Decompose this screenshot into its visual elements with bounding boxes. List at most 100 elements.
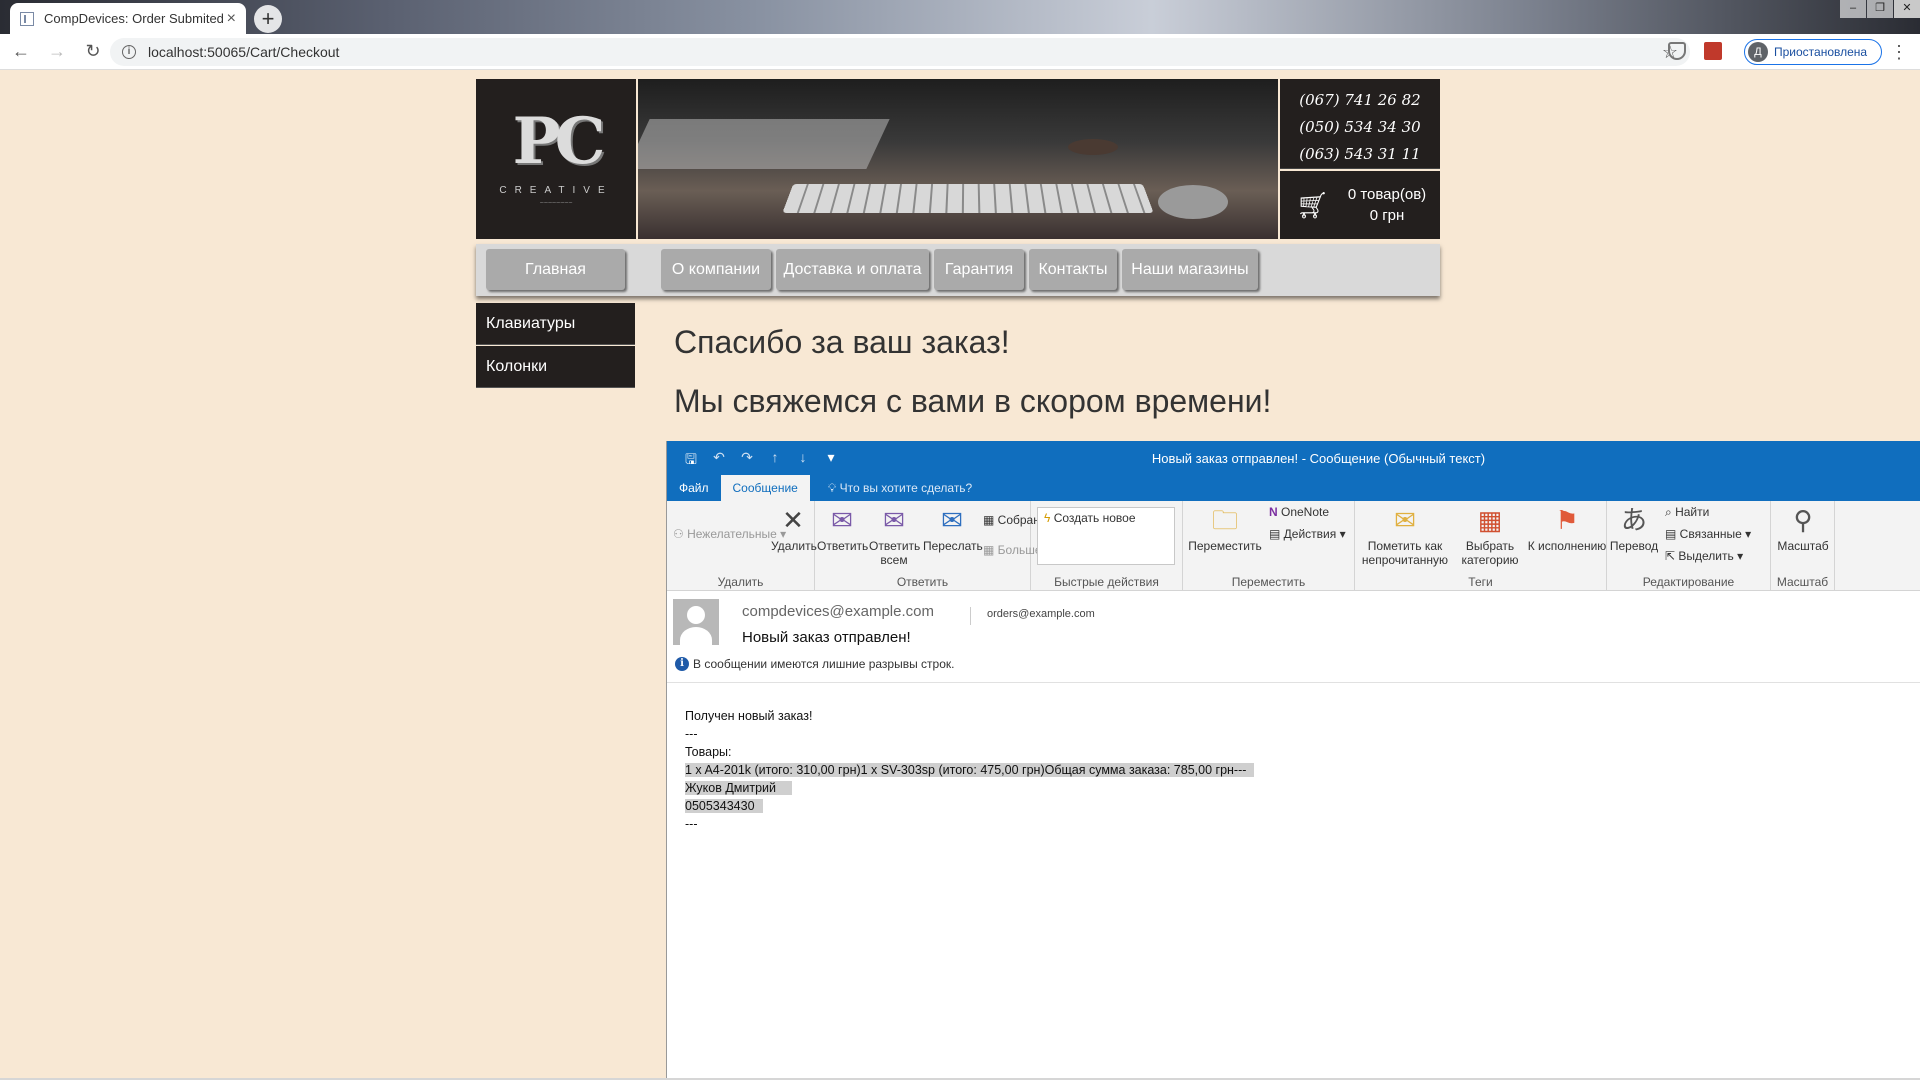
ribbon-group-move: 🗀︎ Переместить N OneNote ▤ Действия ▾ Пе… (1183, 501, 1355, 591)
forward-arrow-icon[interactable]: → (42, 41, 72, 62)
logo-creative-text: CREATIVE (499, 185, 613, 196)
lightbulb-icon: 💡︎ (827, 481, 837, 495)
logo-pc-text: PC (512, 104, 605, 179)
profile-avatar: Д (1748, 42, 1768, 62)
main-navigation: Главная О компании Доставка и оплата Гар… (476, 244, 1440, 296)
nav-stores[interactable]: Наши магазины (1122, 249, 1258, 290)
reply-all-icon: ✉︎ (883, 505, 905, 535)
ribbon-group-respond: ✉︎ Ответить ✉︎ Ответить всем ✉︎ Переслат… (815, 501, 1053, 591)
nav-warranty[interactable]: Гарантия (934, 249, 1024, 290)
junk-label: Нежелательные (687, 527, 777, 541)
phone-2: (050) 534 34 30 (1299, 118, 1421, 136)
categorize-button[interactable]: ▦ Выбрать категорию (1455, 505, 1525, 567)
translate-label: Перевод (1609, 539, 1659, 553)
nav-delivery[interactable]: Доставка и оплата (776, 249, 929, 290)
sender-address[interactable]: compdevices@example.com (742, 603, 934, 620)
ribbon-group-delete: ⚇ Нежелательные ▾ ✕ Удалить Удалить (667, 501, 817, 591)
nav-about[interactable]: О компании (661, 249, 771, 290)
sidebar-item-speakers[interactable]: Колонки (476, 346, 635, 388)
body-line-selected: 0505343430 (685, 799, 763, 813)
recipient-address[interactable]: orders@example.com (970, 607, 1095, 625)
window-controls: – ❐ ✕ (1839, 0, 1920, 18)
tab-close-icon[interactable]: × (227, 10, 236, 28)
profile-label: Приостановлена (1774, 45, 1868, 59)
line-breaks-notice[interactable]: i В сообщении имеются лишние разрывы стр… (675, 657, 954, 671)
ribbon-group-zoom: ⚲ Масштаб Масштаб (1771, 501, 1835, 591)
ribbon-tabs: Файл Сообщение 💡︎ Что вы хотите сделать? (667, 475, 1920, 501)
url-text: localhost:50065/Cart/Checkout (148, 44, 340, 60)
contact-soon-heading: Мы свяжемся с вами в скором времени! (674, 383, 1272, 419)
body-line: Получен новый заказ! (685, 709, 813, 723)
follow-up-button[interactable]: ⚑ К исполнению (1527, 505, 1607, 553)
group-label-move: Переместить (1231, 575, 1306, 589)
forward-button[interactable]: ✉︎ Переслать (923, 505, 983, 553)
delete-button[interactable]: ✕ Удалить (771, 505, 817, 553)
logo-script-mark: ~~~~~~~~ (539, 200, 573, 207)
tab-message[interactable]: Сообщение (720, 475, 810, 501)
quick-steps-gallery[interactable]: ϟ Создать новое (1037, 507, 1175, 565)
flag-icon: ⚑ (1555, 505, 1579, 535)
pdf-extension-icon[interactable] (1704, 42, 1722, 60)
onenote-icon: N (1269, 505, 1281, 519)
translate-button[interactable]: あ Перевод (1609, 505, 1659, 553)
site-logo[interactable]: PC CREATIVE ~~~~~~~~ (476, 79, 636, 239)
back-arrow-icon[interactable]: ← (6, 41, 36, 62)
related-icon: ▤ (1665, 527, 1680, 541)
tell-me-box[interactable]: 💡︎ Что вы хотите сделать? (810, 475, 972, 501)
mark-unread-button[interactable]: ✉︎ Пометить как непрочитанную (1357, 505, 1453, 567)
nav-contacts[interactable]: Контакты (1029, 249, 1117, 290)
junk-button[interactable]: ⚇ Нежелательные ▾ (673, 527, 786, 541)
cart-summary[interactable]: 🛒︎ 0 товар(ов) 0 грн (1280, 171, 1440, 239)
shield-extension-icon[interactable] (1668, 42, 1686, 60)
group-label-tags: Теги (1468, 575, 1493, 589)
reply-icon: ✉︎ (831, 505, 853, 535)
banner-keyboard-shape (782, 183, 1154, 214)
group-label-editing: Редактирование (1642, 575, 1735, 589)
cart-item-count: 0 товар(ов) (1347, 186, 1427, 203)
window-close-icon[interactable]: ✕ (1894, 0, 1920, 18)
select-label: Выделить (1678, 549, 1734, 563)
body-line: --- (685, 727, 698, 741)
sidebar-item-keyboards[interactable]: Клавиатуры (476, 303, 635, 345)
select-button[interactable]: ⇱ Выделить ▾ (1665, 549, 1743, 563)
address-bar[interactable]: i localhost:50065/Cart/Checkout ☆ (110, 38, 1690, 66)
related-button[interactable]: ▤ Связанные ▾ (1665, 527, 1751, 541)
phone-3: (063) 543 31 11 (1299, 145, 1421, 163)
minimize-icon[interactable]: – (1840, 0, 1866, 18)
folder-move-icon: 🗀︎ (1211, 505, 1238, 535)
reload-icon[interactable]: ↻ (78, 41, 108, 62)
related-label: Связанные (1679, 527, 1742, 541)
more-icon: ▦ (983, 543, 998, 557)
actions-button[interactable]: ▤ Действия ▾ (1269, 527, 1346, 541)
reply-all-label: Ответить всем (869, 539, 921, 567)
ribbon-group-editing: あ Перевод ⌕ Найти ▤ Связанные ▾ ⇱ Выдели… (1607, 501, 1771, 591)
tell-me-text: Что вы хотите сделать? (839, 481, 973, 495)
site-info-icon[interactable]: i (122, 45, 136, 59)
maximize-icon[interactable]: ❐ (1867, 0, 1893, 18)
find-label: Найти (1675, 505, 1710, 519)
ribbon-group-tags: ✉︎ Пометить как непрочитанную ▦ Выбрать … (1355, 501, 1607, 591)
reply-button[interactable]: ✉︎ Ответить (817, 505, 869, 553)
zoom-button[interactable]: ⚲ Масштаб (1773, 505, 1833, 553)
banner-laptop-shape (638, 119, 890, 169)
translate-icon: あ (1620, 505, 1647, 535)
phone-numbers: (067) 741 26 82 (050) 534 34 30 (063) 54… (1280, 79, 1440, 169)
reply-all-button[interactable]: ✉︎ Ответить всем (869, 505, 921, 567)
junk-icon: ⚇ (673, 527, 688, 541)
onenote-button[interactable]: N OneNote (1269, 505, 1329, 519)
new-tab-button[interactable]: + (254, 5, 282, 33)
nav-home[interactable]: Главная (486, 249, 625, 290)
group-label-delete: Удалить (717, 575, 764, 589)
move-button[interactable]: 🗀︎ Переместить (1187, 505, 1263, 553)
forward-label: Переслать (923, 539, 983, 553)
header-banner-image (638, 79, 1278, 239)
browser-tab[interactable]: CompDevices: Order Submited × (10, 3, 246, 34)
browser-menu-icon[interactable]: ⋮ (1890, 42, 1908, 63)
reply-label: Ответить (817, 539, 869, 553)
cart-total: 0 грн (1369, 207, 1405, 224)
message-body[interactable]: Получен новый заказ! --- Товары: 1 x A4-… (667, 683, 1920, 833)
profile-button[interactable]: Д Приостановлена (1744, 39, 1882, 65)
tab-file[interactable]: Файл (667, 475, 721, 501)
find-button[interactable]: ⌕ Найти (1665, 505, 1709, 520)
categorize-icon: ▦ (1477, 505, 1503, 535)
